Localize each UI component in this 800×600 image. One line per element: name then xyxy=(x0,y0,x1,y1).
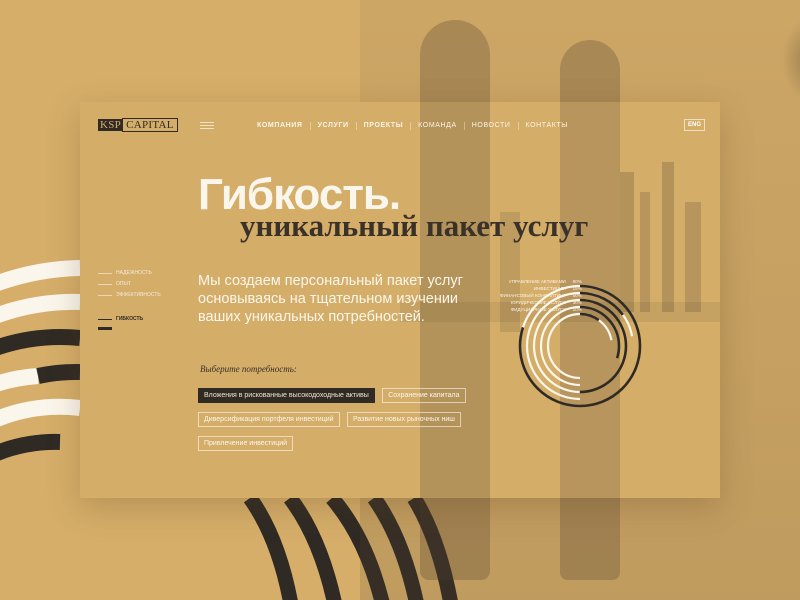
nav-item-projects[interactable]: ПРОЕКТЫ xyxy=(355,122,411,130)
lead-paragraph: Мы создаем персональный пакет услуг осно… xyxy=(198,273,463,325)
language-switch-button[interactable]: ENG xyxy=(684,119,706,131)
brand-logo-capital: CAPITAL xyxy=(122,118,178,132)
hero-card: KSP CAPITAL КОМПАНИЯ УСЛУГИ ПРОЕКТЫ КОМА… xyxy=(80,102,720,498)
nav-item-services[interactable]: УСЛУГИ xyxy=(309,122,356,130)
side-nav-item[interactable]: ЭФФЕКТИВНОСТЬ xyxy=(98,292,161,298)
need-tags: Вложения в рискованные высокодоходные ак… xyxy=(198,384,498,456)
need-tag-diversification[interactable]: Диверсификация портфеля инвестиций xyxy=(198,412,340,427)
need-tag-new-niches[interactable]: Развитие новых рыночных ниш xyxy=(347,412,461,427)
nav-item-team[interactable]: КОМАНДА xyxy=(410,122,464,130)
nav-item-news[interactable]: НОВОСТИ xyxy=(463,122,518,130)
brand-logo-ksp: KSP xyxy=(98,119,124,131)
need-tag-capital-preservation[interactable]: Сохранение капитала xyxy=(382,388,466,403)
side-nav-active-indicator xyxy=(98,327,112,330)
main-nav: КОМПАНИЯ УСЛУГИ ПРОЕКТЫ КОМАНДА НОВОСТИ … xyxy=(250,122,575,130)
need-tag-attract-investment[interactable]: Привлечение инвестиций xyxy=(198,436,294,451)
page-subtitle: уникальный пакет услуг xyxy=(240,208,589,243)
choose-need-label: Выберите потребность: xyxy=(200,364,297,374)
nav-item-company[interactable]: КОМПАНИЯ xyxy=(250,122,310,130)
side-nav-item-active[interactable]: ГИБКОСТЬ xyxy=(98,316,161,322)
nav-item-contacts[interactable]: КОНТАКТЫ xyxy=(517,122,576,130)
side-section-nav: НАДЕЖНОСТЬ ОПЫТ ЭФФЕКТИВНОСТЬ ГИБКОСТЬ xyxy=(98,270,161,330)
side-nav-item[interactable]: НАДЕЖНОСТЬ xyxy=(98,270,161,276)
need-tag-risky-assets[interactable]: Вложения в рискованные высокодоходные ак… xyxy=(198,388,375,403)
radial-track xyxy=(546,312,614,380)
brand-logo[interactable]: KSP CAPITAL xyxy=(98,118,178,132)
radial-chart xyxy=(518,284,642,408)
side-nav-item[interactable]: ОПЫТ xyxy=(98,281,161,287)
menu-icon[interactable] xyxy=(200,122,214,130)
